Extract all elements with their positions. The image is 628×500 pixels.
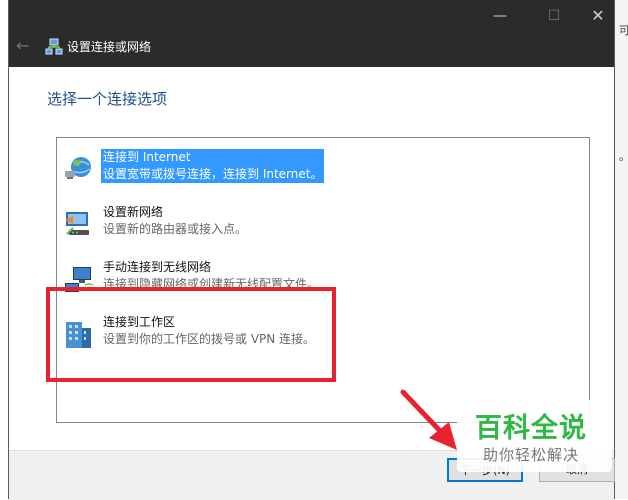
close-button[interactable]: ✕ bbox=[575, 4, 621, 28]
highlight-annotation-box bbox=[46, 287, 336, 382]
option-connect-internet[interactable]: 连接到 Internet 设置宽带或拨号连接，连接到 Internet。 bbox=[61, 149, 581, 193]
option-title: 设置新网络 bbox=[103, 205, 164, 219]
window-title: 设置连接或网络 bbox=[67, 40, 152, 54]
option-description: 设置宽带或拨号连接，连接到 Internet。 bbox=[101, 166, 325, 183]
page-heading: 选择一个连接选项 bbox=[47, 90, 168, 108]
setup-connection-dialog: — ☐ ✕ ← 设置连接或网络 选择一个连接选项 连接到 Internet 设置… bbox=[8, 0, 615, 500]
watermark-subtitle: 助你轻松解决 bbox=[483, 446, 580, 464]
router-setup-icon bbox=[65, 212, 89, 235]
option-title: 手动连接到无线网络 bbox=[103, 260, 212, 274]
title-bar: — ☐ ✕ ← 设置连接或网络 bbox=[9, 0, 614, 67]
maximize-button[interactable]: ☐ bbox=[531, 4, 577, 28]
minimize-button[interactable]: — bbox=[477, 4, 523, 28]
network-icon bbox=[45, 38, 63, 55]
watermark-title: 百科全说 bbox=[475, 413, 587, 444]
globe-network-icon bbox=[65, 157, 91, 179]
back-button[interactable]: ← bbox=[16, 36, 29, 55]
watermark-logo: 百科全说 助你轻松解决 bbox=[457, 400, 612, 472]
option-title: 连接到 Internet bbox=[101, 149, 325, 166]
option-setup-new-network[interactable]: 设置新网络 设置新的路由器或接入点。 bbox=[61, 204, 581, 248]
background-window bbox=[615, 0, 628, 499]
background-text: 。 bbox=[619, 148, 628, 164]
option-description: 设置新的路由器或接入点。 bbox=[103, 222, 248, 236]
